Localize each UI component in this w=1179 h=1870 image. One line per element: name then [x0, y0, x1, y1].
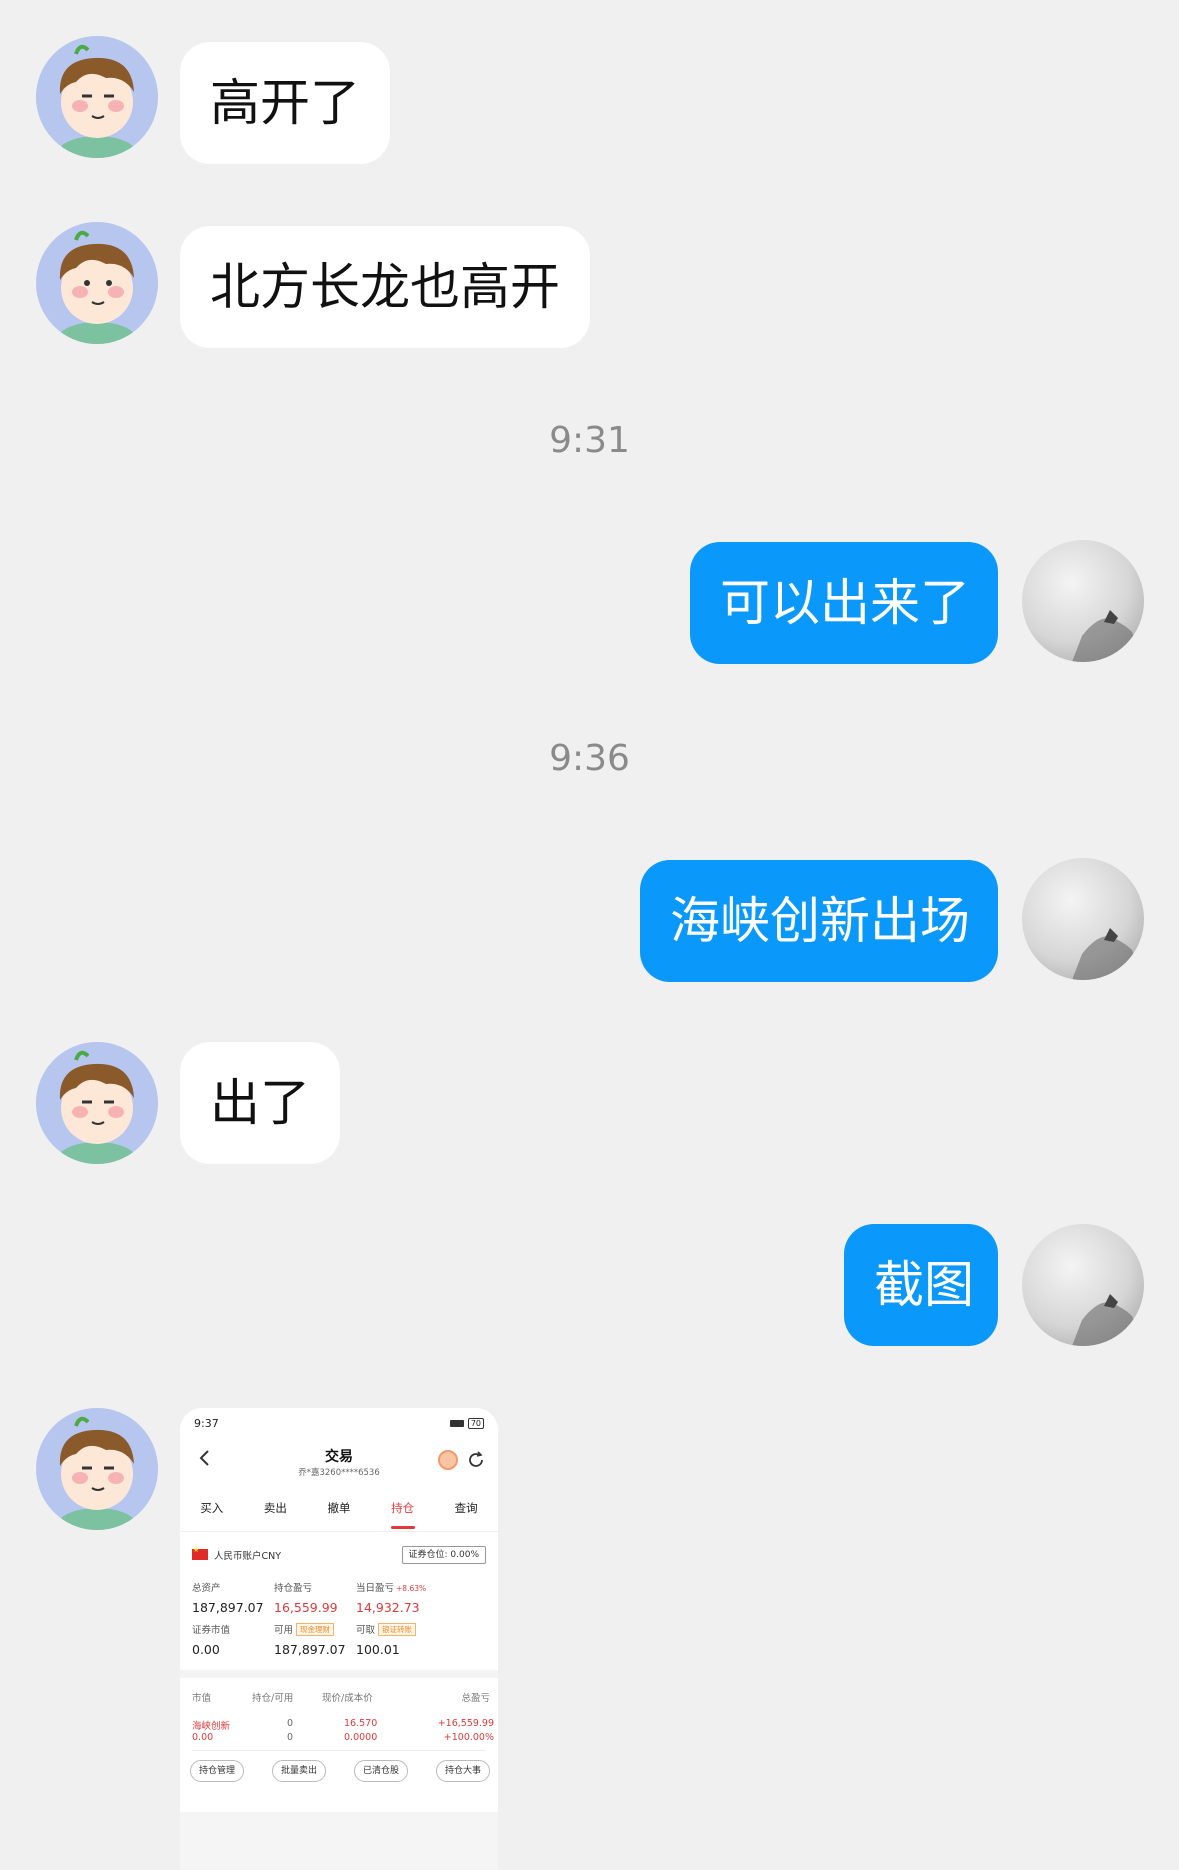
position-actions: 持仓管理 批量卖出 已清仓股 持仓大事	[190, 1760, 490, 1782]
bottom-area	[180, 1812, 498, 1870]
holding-pl-value: 16,559.99	[274, 1600, 338, 1615]
message-bubble[interactable]: 出了	[180, 1042, 340, 1164]
col-position[interactable]: 持仓/可用	[252, 1690, 293, 1704]
app-header: 交易 乔*嘉3260****6536	[180, 1438, 498, 1486]
holding-pl-label: 持仓盈亏	[274, 1583, 313, 1594]
stock-name: 海峡创新	[192, 1721, 231, 1732]
message-bubble-outgoing[interactable]: 截图	[844, 1224, 998, 1346]
holdings-table-header: 市值 持仓/可用 现价/成本价 总盈亏	[192, 1690, 494, 1706]
col-total-pl[interactable]: 总盈亏	[461, 1690, 490, 1704]
image-message-trading-screenshot[interactable]: 9:37 70 交易 乔*嘉3260****6536 买入 卖出 撤单 持仓 查…	[180, 1408, 498, 1870]
tab-buy[interactable]: 买入	[180, 1488, 244, 1531]
contact-avatar[interactable]	[36, 36, 158, 158]
my-avatar[interactable]	[1022, 1224, 1144, 1346]
status-icons: 70	[449, 1417, 484, 1429]
trade-tabs: 买入 卖出 撤单 持仓 查询	[180, 1488, 498, 1532]
daily-pl-value: 14,932.73	[356, 1600, 420, 1615]
cartoon-boy-icon	[36, 1042, 158, 1164]
col-market-value[interactable]: 市值	[192, 1690, 211, 1704]
tab-cancel[interactable]: 撤单	[307, 1488, 371, 1531]
timestamp: 9:31	[549, 420, 630, 461]
message-bubble[interactable]: 北方长龙也高开	[180, 226, 590, 348]
china-flag-icon	[192, 1546, 208, 1560]
timestamp: 9:36	[549, 738, 630, 779]
available-label: 可用	[274, 1625, 294, 1636]
table-row[interactable]: 海峡创新 0.00 0 0 16.570 0.0000 +16,559.99 +…	[192, 1718, 494, 1748]
total-assets-label: 总资产	[192, 1583, 221, 1594]
service-icon[interactable]	[438, 1450, 458, 1470]
tab-positions[interactable]: 持仓	[371, 1488, 435, 1531]
my-avatar[interactable]	[1022, 858, 1144, 980]
stock-available: 0	[287, 1732, 294, 1743]
total-assets-value: 187,897.07	[192, 1600, 264, 1615]
signal-icon	[449, 1419, 464, 1427]
cartoon-boy-icon	[36, 222, 158, 344]
contact-avatar[interactable]	[36, 222, 158, 344]
stock-pl: +16,559.99	[437, 1718, 494, 1729]
contact-avatar[interactable]	[36, 1408, 158, 1530]
refresh-icon[interactable]	[466, 1450, 486, 1470]
withdrawable-value: 100.01	[356, 1642, 400, 1657]
my-avatar[interactable]	[1022, 540, 1144, 662]
position-manage-button[interactable]: 持仓管理	[190, 1760, 245, 1782]
market-value: 0.00	[192, 1642, 220, 1657]
tab-sell[interactable]: 卖出	[244, 1488, 308, 1531]
stock-cost: 0.0000	[344, 1732, 378, 1743]
ink-landscape-icon	[1072, 928, 1144, 980]
daily-pl-label: 当日盈亏	[356, 1583, 395, 1594]
daily-pl-pct: +8.63%	[396, 1584, 427, 1593]
message-bubble-outgoing[interactable]: 海峡创新出场	[640, 860, 998, 982]
stock-price: 16.570	[344, 1718, 378, 1729]
divider	[180, 1670, 498, 1678]
divider	[192, 1750, 486, 1751]
account-name: 人民币账户CNY	[214, 1551, 282, 1562]
status-bar: 9:37 70	[194, 1416, 484, 1430]
batch-sell-button[interactable]: 批量卖出	[271, 1760, 326, 1782]
cartoon-boy-icon	[36, 36, 158, 158]
available-value: 187,897.07	[274, 1642, 346, 1657]
market-value-label: 证券市值	[192, 1625, 231, 1636]
stock-market-value: 0.00	[192, 1732, 214, 1743]
stock-position: 0	[287, 1718, 294, 1729]
ink-landscape-icon	[1072, 1294, 1144, 1346]
position-ratio-badge[interactable]: 证券仓位: 0.00%	[401, 1546, 486, 1564]
stock-pl-pct: +100.00%	[443, 1732, 494, 1743]
cleared-stocks-button[interactable]: 已清仓股	[353, 1760, 408, 1782]
withdrawable-label: 可取	[356, 1625, 376, 1636]
battery-icon: 70	[467, 1417, 484, 1429]
account-row: 人民币账户CNY 证券仓位: 0.00%	[192, 1546, 486, 1566]
col-price[interactable]: 现价/成本价	[322, 1690, 373, 1704]
status-time: 9:37	[194, 1416, 219, 1430]
message-bubble-outgoing[interactable]: 可以出来了	[690, 542, 998, 664]
cartoon-boy-icon	[36, 1408, 158, 1530]
bank-transfer-tag[interactable]: 银证转账	[378, 1623, 417, 1636]
position-events-button[interactable]: 持仓大事	[435, 1760, 490, 1782]
contact-avatar[interactable]	[36, 1042, 158, 1164]
message-bubble[interactable]: 高开了	[180, 42, 390, 164]
tab-query[interactable]: 查询	[434, 1488, 498, 1531]
ink-landscape-icon	[1072, 610, 1144, 662]
cash-management-tag[interactable]: 现金理财	[296, 1623, 335, 1636]
